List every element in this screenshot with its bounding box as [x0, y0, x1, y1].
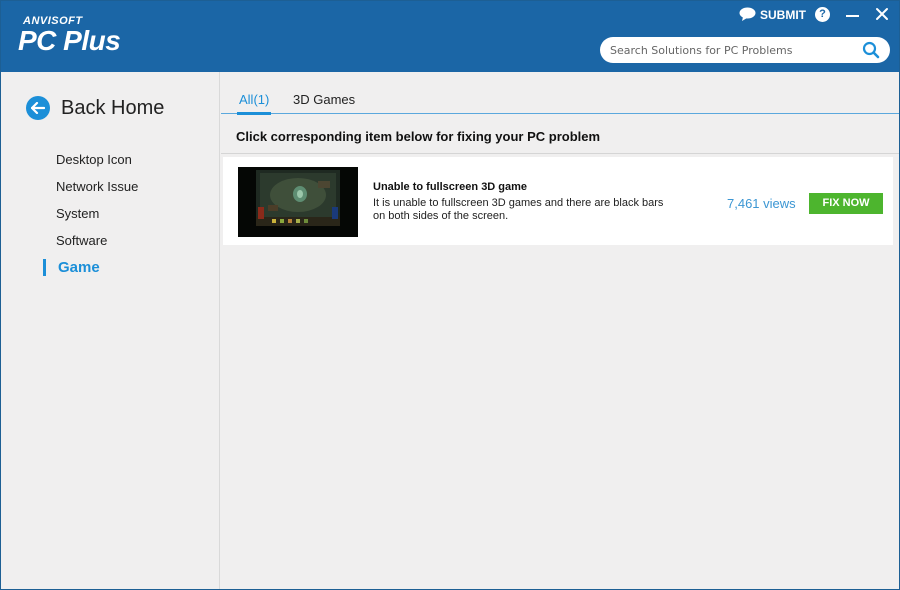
tab-3d-games[interactable]: 3D Games [293, 92, 355, 107]
header-bar: ANVISOFT PC Plus SUBMIT ? [1, 1, 899, 72]
sidebar-item-software[interactable]: Software [1, 227, 220, 254]
search-icon[interactable] [862, 41, 880, 59]
search-box [600, 37, 890, 63]
back-arrow-icon [26, 96, 50, 120]
chat-bubble-icon [739, 7, 756, 21]
search-input[interactable] [610, 41, 855, 59]
item-title: Unable to fullscreen 3D game [373, 181, 528, 193]
sidebar-item-network-issue[interactable]: Network Issue [1, 173, 220, 200]
minimize-icon[interactable] [846, 15, 859, 17]
problem-item[interactable]: Unable to fullscreen 3D game It is unabl… [223, 157, 893, 245]
sidebar-item-game[interactable]: Game [1, 254, 220, 281]
category-nav: Desktop Icon Network Issue System Softwa… [1, 146, 220, 281]
tab-bar: All(1) 3D Games [221, 72, 899, 115]
sidebar-item-system[interactable]: System [1, 200, 220, 227]
submit-label: SUBMIT [760, 7, 806, 22]
back-home-button[interactable]: Back Home [26, 96, 164, 120]
help-icon[interactable]: ? [815, 7, 830, 22]
section-title: Click corresponding item below for fixin… [236, 129, 601, 144]
submit-button[interactable]: SUBMIT [739, 7, 806, 22]
item-description: It is unable to fullscreen 3D games and … [373, 197, 664, 222]
main-content: All(1) 3D Games Click corresponding item… [221, 72, 899, 589]
close-icon[interactable] [873, 5, 891, 23]
tab-all[interactable]: All(1) [236, 92, 272, 115]
divider [221, 153, 899, 154]
sidebar-item-desktop-icon[interactable]: Desktop Icon [1, 146, 220, 173]
app-logo-title: PC Plus [18, 25, 121, 56]
back-home-label: Back Home [61, 96, 165, 119]
view-count: 7,461 views [727, 196, 796, 211]
sidebar: Back Home Desktop Icon Network Issue Sys… [1, 72, 220, 589]
app-window: ANVISOFT PC Plus SUBMIT ? Search Solutio… [0, 0, 900, 590]
game-thumbnail [238, 167, 358, 237]
fix-now-button[interactable]: FIX NOW [809, 193, 883, 214]
